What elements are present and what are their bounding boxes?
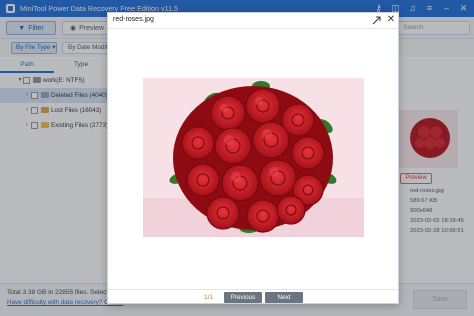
page-indicator: 1/1 <box>204 294 214 301</box>
dialog-title: red-roses.jpg <box>113 16 154 23</box>
preview-image <box>143 78 364 237</box>
expand-icon[interactable] <box>372 16 381 25</box>
close-icon[interactable]: ✕ <box>386 15 396 25</box>
dialog-header: red-roses.jpg ✕ <box>108 13 398 29</box>
next-button[interactable]: Next <box>265 292 303 303</box>
preview-dialog: red-roses.jpg ✕ 1/1 Previous Next <box>107 12 399 304</box>
dialog-footer: 1/1 Previous Next <box>108 289 398 304</box>
previous-button[interactable]: Previous <box>224 292 262 303</box>
